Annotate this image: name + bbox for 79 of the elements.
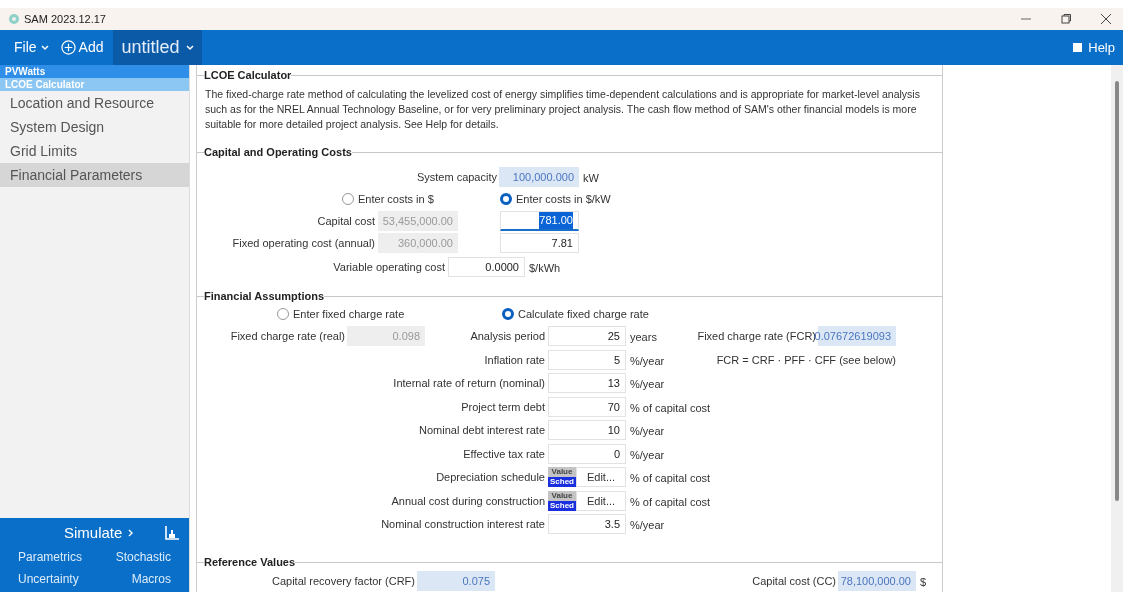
unit-label: %/year [630,354,665,367]
unit-label: %/year [630,448,665,461]
section-title: Capital and Operating Costs [204,144,352,160]
input-field[interactable]: 5 [548,349,626,370]
maximize-icon[interactable] [1061,14,1071,24]
field-label: Fixed operating cost (annual) [232,235,375,251]
input-field[interactable]: 70 [548,396,626,417]
unit-label: kW [583,172,599,184]
app-logo-icon [8,13,20,25]
edit-button[interactable]: Edit... [576,467,626,488]
sidebar-item[interactable]: Grid Limits [0,139,189,163]
unit-label: $/kWh [529,262,561,274]
field-label: Nominal construction interest rate [381,517,545,532]
description-text: The fixed-charge rate method of calculating the levelized cost of energy simplifies time-dependent calculations and is appropriate for market-level analysis such as for the NREL Annual Technology Baseline, or for very preliminary project analysis. The cash flow method of SAM's other financial models is more suitable for more detailed project analysis. See Help for details. [204,87,921,132]
unit-label: years [630,331,657,344]
unit-label: % of capital cost [630,401,711,414]
unit-label: % of capital cost [630,472,711,485]
radio-button[interactable]: Enter costs in $ [342,190,434,208]
input-field[interactable]: 10 [548,420,626,441]
field-label: Fixed charge rate (real) [230,329,345,344]
chevron-down-icon [40,44,49,51]
sidebar-link[interactable]: Uncertainty [18,570,79,588]
chevron-right-icon [128,529,134,537]
input-field[interactable]: 781.00 [500,211,579,231]
sidebar-link[interactable]: Parametrics [18,548,82,566]
input-field[interactable]: 3.5 [548,514,626,535]
field-label: Depreciation schedule [436,470,545,485]
field-label: Fixed charge rate (FCR) [697,329,816,344]
field-label: Capital cost (CC) [752,573,836,589]
file-menu[interactable]: File [14,37,49,58]
case-tab[interactable]: untitled [113,30,202,65]
field-label: Effective tax rate [463,446,545,462]
calculated-value: 78,100,000.00 [838,571,916,591]
input-field[interactable]: 13 [548,373,626,394]
window-title: SAM 2023.12.17 [24,11,106,27]
sidebar-item[interactable]: Financial Parameters [0,163,189,187]
calculated-value: 0.075 [417,571,495,591]
input-field[interactable]: 0.0000 [448,257,525,277]
input-field[interactable]: 25 [548,326,626,347]
field-label: Analysis period [470,329,545,344]
radio-button[interactable]: Enter fixed charge rate [277,306,405,323]
scrollbar-thumb[interactable] [1115,81,1119,501]
unit-label: %/year [630,378,665,391]
financial-model-label: LCOE Calculator [0,78,189,91]
calculated-value: 100,000.000 [499,167,579,187]
unit-label: % of capital cost [630,495,711,508]
section-title: Reference Values [204,554,296,570]
field-label: Nominal debt interest rate [419,423,545,438]
section-title: Financial Assumptions [204,288,324,304]
chevron-down-icon [185,44,194,51]
field-label: Capital cost [317,213,375,229]
input-field[interactable]: 0 [548,443,626,464]
field-label: System capacity [416,169,497,185]
sidebar-item[interactable]: System Design [0,115,189,139]
edit-button[interactable]: Edit... [576,490,626,511]
radio-button[interactable]: Enter costs in $/kW [500,190,611,208]
field-label: Project term debt [461,399,545,415]
sidebar-link[interactable]: Stochastic [115,548,171,566]
sidebar-item[interactable]: Location and Resource [0,91,189,115]
technology-label: PVWatts [0,65,189,78]
input-field[interactable]: 7.81 [500,233,579,253]
field-label: Capital recovery factor (CRF) [271,573,415,589]
sidebar-link[interactable]: Macros [131,570,171,588]
field-label: Inflation rate [484,352,545,368]
add-button[interactable]: Add [60,37,104,58]
field-label: Variable operating cost [333,259,445,275]
chart-icon[interactable] [165,526,179,540]
unit-label: %/year [630,519,665,532]
radio-button[interactable]: Calculate fixed charge rate [502,306,649,323]
field-label: Internal rate of return (nominal) [393,376,545,391]
plus-circle-icon [60,40,76,55]
page-title: LCOE Calculator [204,67,292,83]
close-icon[interactable] [1101,14,1111,24]
formula-text: FCR = CRF · PFF · CFF (see below) [716,352,896,368]
unit-label: %/year [630,425,665,438]
unit-label: $ [920,576,927,588]
field-label: Annual cost during construction [391,493,545,509]
simulate-button[interactable]: Simulate [64,521,134,545]
help-button[interactable]: Help [1073,37,1115,58]
